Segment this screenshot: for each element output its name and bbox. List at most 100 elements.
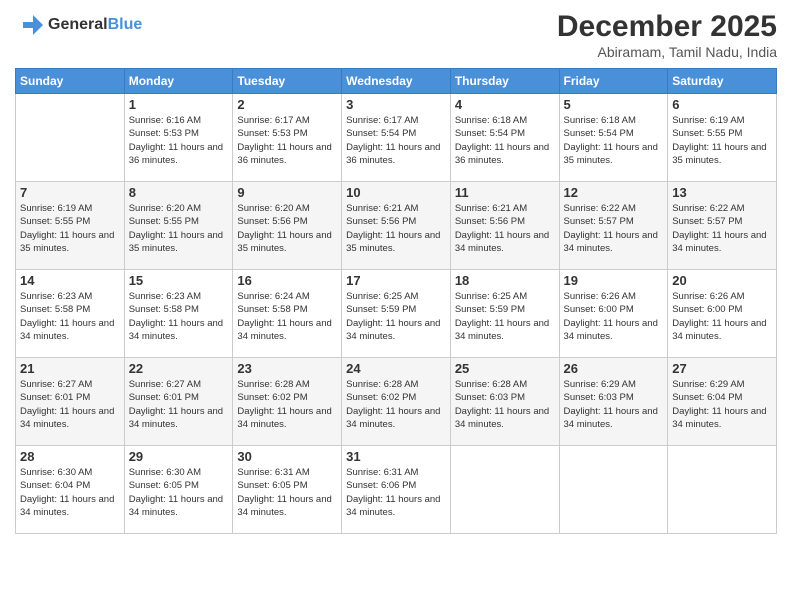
day-number: 23 (237, 361, 337, 376)
weekday-header-row: SundayMondayTuesdayWednesdayThursdayFrid… (16, 69, 777, 94)
day-number: 12 (564, 185, 664, 200)
calendar-table: SundayMondayTuesdayWednesdayThursdayFrid… (15, 68, 777, 534)
day-number: 2 (237, 97, 337, 112)
week-row-1: 1 Sunrise: 6:16 AMSunset: 5:53 PMDaylight… (16, 94, 777, 182)
calendar-cell: 27Sunrise: 6:29 AMSunset: 6:04 PMDayligh… (668, 358, 777, 446)
day-number: 10 (346, 185, 446, 200)
calendar-cell: 12 Sunrise: 6:22 AMSunset: 5:57 PMDayligh… (559, 182, 668, 270)
calendar-cell: 11Sunrise: 6:21 AMSunset: 5:56 PMDayligh… (450, 182, 559, 270)
calendar-cell: 10 Sunrise: 6:21 AMSunset: 5:56 PMDayligh… (342, 182, 451, 270)
weekday-header-thursday: Thursday (450, 69, 559, 94)
day-number: 15 (129, 273, 229, 288)
calendar-cell: 8 Sunrise: 6:20 AMSunset: 5:55 PMDaylight… (124, 182, 233, 270)
cell-info: Sunrise: 6:30 AMSunset: 6:05 PMDaylight:… (129, 466, 229, 519)
day-number: 6 (672, 97, 772, 112)
calendar-cell: 21 Sunrise: 6:27 AMSunset: 6:01 PMDayligh… (16, 358, 125, 446)
calendar-cell: 24 Sunrise: 6:28 AMSunset: 6:02 PMDayligh… (342, 358, 451, 446)
calendar-cell: 13 Sunrise: 6:22 AMSunset: 5:57 PMDayligh… (668, 182, 777, 270)
day-number: 16 (237, 273, 337, 288)
day-number: 22 (129, 361, 229, 376)
calendar-cell: 23 Sunrise: 6:28 AMSunset: 6:02 PMDayligh… (233, 358, 342, 446)
cell-info: Sunrise: 6:21 AMSunset: 5:56 PMDaylight:… (346, 202, 446, 255)
day-number: 7 (20, 185, 120, 200)
day-number: 4 (455, 97, 555, 112)
cell-info: Sunrise: 6:18 AMSunset: 5:54 PMDaylight:… (564, 114, 664, 167)
month-title: December 2025 (557, 10, 777, 44)
week-row-3: 14 Sunrise: 6:23 AMSunset: 5:58 PMDayligh… (16, 270, 777, 358)
calendar-cell: 1 Sunrise: 6:16 AMSunset: 5:53 PMDaylight… (124, 94, 233, 182)
cell-info: Sunrise: 6:20 AMSunset: 5:56 PMDaylight:… (237, 202, 337, 255)
cell-info: Sunrise: 6:18 AMSunset: 5:54 PMDaylight:… (455, 114, 555, 167)
cell-info: Sunrise: 6:29 AMSunset: 6:04 PMDaylight:… (672, 378, 772, 431)
logo-icon (15, 10, 45, 40)
calendar-cell: 6 Sunrise: 6:19 AMSunset: 5:55 PMDaylight… (668, 94, 777, 182)
title-area: December 2025 Abiramam, Tamil Nadu, Indi… (557, 10, 777, 60)
calendar-cell: 17 Sunrise: 6:25 AMSunset: 5:59 PMDayligh… (342, 270, 451, 358)
week-row-5: 28Sunrise: 6:30 AMSunset: 6:04 PMDayligh… (16, 446, 777, 534)
calendar-cell: 9 Sunrise: 6:20 AMSunset: 5:56 PMDaylight… (233, 182, 342, 270)
cell-info: Sunrise: 6:23 AMSunset: 5:58 PMDaylight:… (129, 290, 229, 343)
day-number: 3 (346, 97, 446, 112)
calendar-cell: 2 Sunrise: 6:17 AMSunset: 5:53 PMDaylight… (233, 94, 342, 182)
cell-info: Sunrise: 6:27 AMSunset: 6:01 PMDaylight:… (129, 378, 229, 431)
calendar-cell: 5 Sunrise: 6:18 AMSunset: 5:54 PMDaylight… (559, 94, 668, 182)
day-number: 17 (346, 273, 446, 288)
day-number: 9 (237, 185, 337, 200)
calendar-cell: 25 Sunrise: 6:28 AMSunset: 6:03 PMDayligh… (450, 358, 559, 446)
day-number: 8 (129, 185, 229, 200)
weekday-header-saturday: Saturday (668, 69, 777, 94)
calendar-cell: 31Sunrise: 6:31 AMSunset: 6:06 PMDayligh… (342, 446, 451, 534)
cell-info: Sunrise: 6:17 AMSunset: 5:53 PMDaylight:… (237, 114, 337, 167)
calendar-cell: 19 Sunrise: 6:26 AMSunset: 6:00 PMDayligh… (559, 270, 668, 358)
calendar-cell (16, 94, 125, 182)
day-number: 18 (455, 273, 555, 288)
cell-info: Sunrise: 6:27 AMSunset: 6:01 PMDaylight:… (20, 378, 120, 431)
cell-info: Sunrise: 6:19 AMSunset: 5:55 PMDaylight:… (672, 114, 772, 167)
cell-info: Sunrise: 6:25 AMSunset: 5:59 PMDaylight:… (346, 290, 446, 343)
day-number: 26 (564, 361, 664, 376)
page-container: GeneralBlue December 2025 Abiramam, Tami… (0, 0, 792, 612)
day-number: 19 (564, 273, 664, 288)
day-number: 25 (455, 361, 555, 376)
day-number: 21 (20, 361, 120, 376)
cell-info: Sunrise: 6:19 AMSunset: 5:55 PMDaylight:… (20, 202, 120, 255)
cell-info: Sunrise: 6:29 AMSunset: 6:03 PMDaylight:… (564, 378, 664, 431)
day-number: 20 (672, 273, 772, 288)
cell-info: Sunrise: 6:16 AMSunset: 5:53 PMDaylight:… (129, 114, 229, 167)
day-number: 14 (20, 273, 120, 288)
weekday-header-friday: Friday (559, 69, 668, 94)
weekday-header-monday: Monday (124, 69, 233, 94)
cell-info: Sunrise: 6:28 AMSunset: 6:02 PMDaylight:… (346, 378, 446, 431)
cell-info: Sunrise: 6:26 AMSunset: 6:00 PMDaylight:… (564, 290, 664, 343)
cell-info: Sunrise: 6:22 AMSunset: 5:57 PMDaylight:… (564, 202, 664, 255)
weekday-header-sunday: Sunday (16, 69, 125, 94)
calendar-cell: 22 Sunrise: 6:27 AMSunset: 6:01 PMDayligh… (124, 358, 233, 446)
calendar-cell: 26 Sunrise: 6:29 AMSunset: 6:03 PMDayligh… (559, 358, 668, 446)
weekday-header-tuesday: Tuesday (233, 69, 342, 94)
cell-info: Sunrise: 6:28 AMSunset: 6:03 PMDaylight:… (455, 378, 555, 431)
day-number: 13 (672, 185, 772, 200)
calendar-cell: 20 Sunrise: 6:26 AMSunset: 6:00 PMDayligh… (668, 270, 777, 358)
cell-info: Sunrise: 6:24 AMSunset: 5:58 PMDaylight:… (237, 290, 337, 343)
logo: GeneralBlue (15, 10, 142, 40)
logo-text: GeneralBlue (48, 16, 142, 34)
cell-info: Sunrise: 6:22 AMSunset: 5:57 PMDaylight:… (672, 202, 772, 255)
cell-info: Sunrise: 6:25 AMSunset: 5:59 PMDaylight:… (455, 290, 555, 343)
calendar-cell: 29Sunrise: 6:30 AMSunset: 6:05 PMDayligh… (124, 446, 233, 534)
header: GeneralBlue December 2025 Abiramam, Tami… (15, 10, 777, 60)
cell-info: Sunrise: 6:20 AMSunset: 5:55 PMDaylight:… (129, 202, 229, 255)
calendar-cell: 28Sunrise: 6:30 AMSunset: 6:04 PMDayligh… (16, 446, 125, 534)
day-number: 5 (564, 97, 664, 112)
calendar-cell (668, 446, 777, 534)
day-number: 1 (129, 97, 229, 112)
calendar-cell: 7 Sunrise: 6:19 AMSunset: 5:55 PMDaylight… (16, 182, 125, 270)
calendar-cell (450, 446, 559, 534)
calendar-cell: 18 Sunrise: 6:25 AMSunset: 5:59 PMDayligh… (450, 270, 559, 358)
day-number: 11 (455, 185, 555, 200)
cell-info: Sunrise: 6:26 AMSunset: 6:00 PMDaylight:… (672, 290, 772, 343)
calendar-cell: 3Sunrise: 6:17 AMSunset: 5:54 PMDaylight… (342, 94, 451, 182)
day-number: 28 (20, 449, 120, 464)
day-number: 24 (346, 361, 446, 376)
cell-info: Sunrise: 6:28 AMSunset: 6:02 PMDaylight:… (237, 378, 337, 431)
calendar-cell: 15 Sunrise: 6:23 AMSunset: 5:58 PMDayligh… (124, 270, 233, 358)
